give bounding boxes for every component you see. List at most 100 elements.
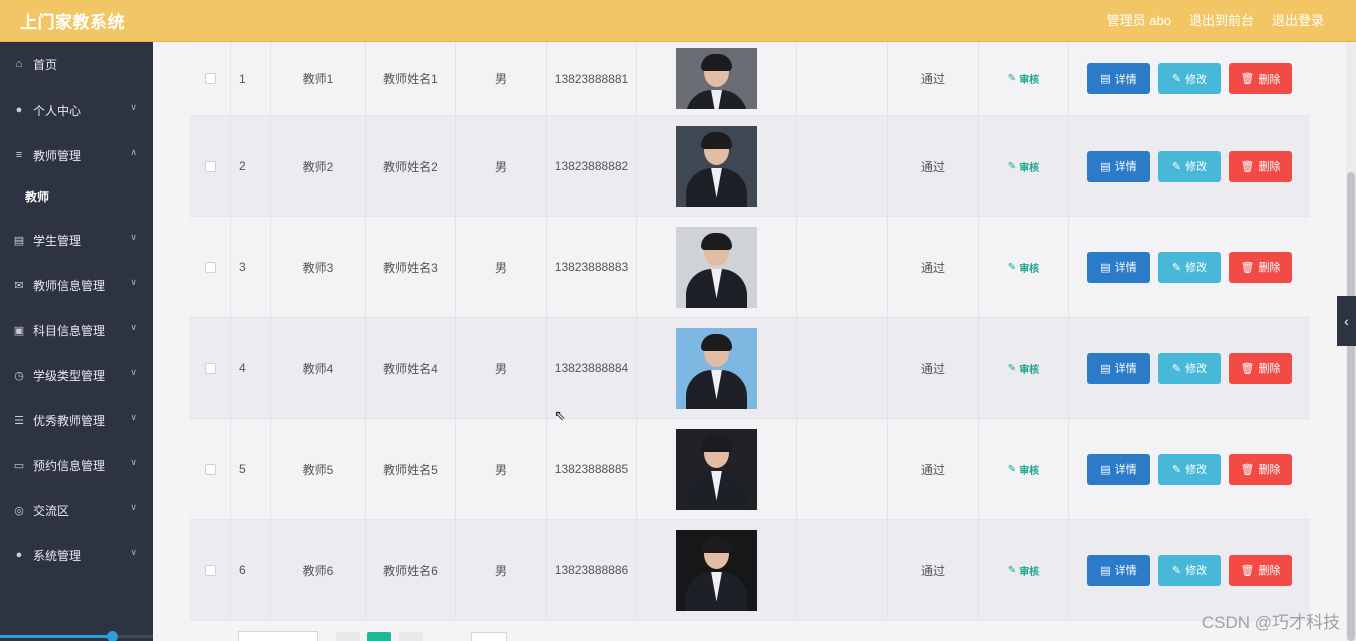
delete-label: 删除 (1258, 262, 1281, 274)
operations-cell: ▤ 详情 ✎ 修改 🗑 删除 (1069, 520, 1310, 620)
teacher-name: 教师姓名4 (366, 318, 456, 418)
edit-label: 修改 (1185, 262, 1208, 274)
page-1-button[interactable] (367, 632, 391, 641)
next-page-button[interactable] (399, 632, 423, 641)
audit-cell: ✎ 审核 (979, 42, 1069, 115)
empty-cell (797, 318, 888, 418)
detail-button[interactable]: ▤ 详情 (1087, 554, 1150, 586)
row-checkbox[interactable] (204, 463, 216, 475)
delete-button[interactable]: 🗑 删除 (1229, 352, 1292, 384)
teacher-phone: 13823888885 (547, 419, 637, 519)
scrollbar-thumb[interactable] (1347, 172, 1355, 641)
edit-button[interactable]: ✎ 修改 (1158, 251, 1221, 283)
main-content: 1 教师1 教师姓名1 男 13823888881 通过 ✎ 审核 ▤ 详情 ✎ 修改 🗑 删除 2 教师2 教… (153, 42, 1356, 641)
trash-icon: 🗑 (1240, 160, 1255, 173)
teacher-name: 教师姓名2 (366, 116, 456, 216)
trash-icon: 🗑 (1240, 463, 1255, 476)
detail-button[interactable]: ▤ 详情 (1087, 63, 1150, 94)
pencil-icon: ✎ (1171, 564, 1182, 577)
prev-page-button[interactable] (336, 632, 360, 641)
sidebar-item-teacher-manage[interactable]: ≡ 教师管理 ∧ (0, 135, 153, 175)
photo-cell (637, 520, 797, 620)
sidebar-scroll-indicator (0, 631, 153, 641)
row-select-cell (190, 419, 231, 519)
audit-button[interactable]: ✎ 审核 (1008, 260, 1039, 275)
audit-button[interactable]: ✎ 审核 (1008, 361, 1039, 376)
pencil-icon: ✎ (1007, 362, 1017, 374)
chevron-down-icon: ∨ (130, 412, 137, 422)
edit-button[interactable]: ✎ 修改 (1158, 63, 1221, 94)
edit-button[interactable]: ✎ 修改 (1158, 554, 1221, 586)
logout-link[interactable]: 退出登录 (1272, 10, 1324, 29)
teacher-table: 1 教师1 教师姓名1 男 13823888881 通过 ✎ 审核 ▤ 详情 ✎ 修改 🗑 删除 2 教师2 教… (190, 42, 1310, 621)
sidebar: ⌂ 首页 ● 个人中心 ∨ ≡ 教师管理 ∧ 教师 ▤ 学生管理 ∨ ✉ 教师信… (0, 42, 153, 641)
row-checkbox[interactable] (204, 73, 216, 84)
sidebar-item-teacher-info[interactable]: ✉ 教师信息管理 ∨ (0, 265, 153, 305)
sidebar-item-label: 教师信息管理 (33, 278, 106, 293)
audit-button[interactable]: ✎ 审核 (1008, 159, 1039, 174)
sidebar-item-student[interactable]: ▤ 学生管理 ∨ (0, 220, 153, 260)
delete-button[interactable]: 🗑 删除 (1229, 554, 1292, 586)
sidebar-item-personal[interactable]: ● 个人中心 ∨ (0, 90, 153, 130)
row-index: 4 (231, 318, 271, 418)
edit-button[interactable]: ✎ 修改 (1158, 150, 1221, 182)
sidebar-item-forum[interactable]: ◎ 交流区 ∨ (0, 490, 153, 530)
row-checkbox[interactable] (204, 160, 216, 172)
teacher-photo (676, 226, 757, 308)
trash-icon: 🗑 (1240, 564, 1255, 577)
row-checkbox[interactable] (204, 564, 216, 576)
table-row: 3 教师3 教师姓名3 男 13823888883 通过 ✎ 审核 ▤ 详情 ✎ 修改 🗑 删除 (190, 217, 1310, 318)
top-bar: 上门家教系统 管理员 abo 退出到前台 退出登录 (0, 0, 1356, 42)
chevron-down-icon: ∨ (130, 367, 137, 377)
goto-page-input[interactable] (471, 632, 507, 641)
edit-button[interactable]: ✎ 修改 (1158, 453, 1221, 485)
delete-button[interactable]: 🗑 删除 (1229, 150, 1292, 182)
delete-label: 删除 (1258, 565, 1281, 577)
pencil-icon: ✎ (1171, 73, 1182, 85)
teacher-sex: 男 (456, 42, 547, 115)
sidebar-item-excellent[interactable]: ☰ 优秀教师管理 ∨ (0, 400, 153, 440)
row-index: 6 (231, 520, 271, 620)
page-size-select[interactable] (238, 631, 318, 641)
audit-button[interactable]: ✎ 审核 (1008, 563, 1039, 578)
row-select-cell (190, 318, 231, 418)
detail-button[interactable]: ▤ 详情 (1087, 453, 1150, 485)
sidebar-subitem-teacher[interactable]: 教师 (0, 176, 153, 216)
edit-button[interactable]: ✎ 修改 (1158, 352, 1221, 384)
audit-label: 审核 (1019, 162, 1040, 174)
sliders-icon: ☰ (14, 414, 24, 427)
detail-button[interactable]: ▤ 详情 (1087, 352, 1150, 384)
teacher-account: 教师3 (271, 217, 366, 317)
audit-cell: ✎ 审核 (979, 318, 1069, 418)
row-select-cell (190, 520, 231, 620)
table-row: 4 教师4 教师姓名4 男 13823888884 通过 ✎ 审核 ▤ 详情 ✎ 修改 🗑 删除 (190, 318, 1310, 419)
audit-label: 审核 (1019, 263, 1040, 275)
pencil-icon: ✎ (1007, 73, 1017, 84)
row-checkbox[interactable] (204, 362, 216, 374)
delete-button[interactable]: 🗑 删除 (1229, 453, 1292, 485)
audit-status: 通过 (888, 318, 979, 418)
collapse-panel-tab[interactable]: ‹ (1337, 296, 1356, 346)
location-icon: ● (15, 549, 23, 561)
row-checkbox[interactable] (204, 261, 216, 273)
sidebar-item-grade-type[interactable]: ◷ 学级类型管理 ∨ (0, 355, 153, 395)
sidebar-item-system[interactable]: ● 系统管理 ∨ (0, 535, 153, 575)
detail-button[interactable]: ▤ 详情 (1087, 150, 1150, 182)
sidebar-item-label: 科目信息管理 (33, 323, 106, 338)
photo-cell (637, 116, 797, 216)
chevron-down-icon: ∨ (130, 102, 137, 112)
detail-button[interactable]: ▤ 详情 (1087, 251, 1150, 283)
teacher-name: 教师姓名1 (366, 42, 456, 115)
sidebar-item-booking[interactable]: ▭ 预约信息管理 ∨ (0, 445, 153, 485)
delete-button[interactable]: 🗑 删除 (1229, 251, 1292, 283)
teacher-phone: 13823888886 (547, 520, 637, 620)
delete-button[interactable]: 🗑 删除 (1229, 63, 1292, 94)
audit-button[interactable]: ✎ 审核 (1008, 462, 1039, 477)
sidebar-item-home[interactable]: ⌂ 首页 (0, 44, 153, 84)
empty-cell (797, 520, 888, 620)
sidebar-item-subject[interactable]: ▣ 科目信息管理 ∨ (0, 310, 153, 350)
pagination (190, 630, 1310, 641)
delete-label: 删除 (1258, 73, 1281, 86)
audit-button[interactable]: ✎ 审核 (1008, 71, 1039, 86)
front-link[interactable]: 退出到前台 (1189, 10, 1254, 29)
